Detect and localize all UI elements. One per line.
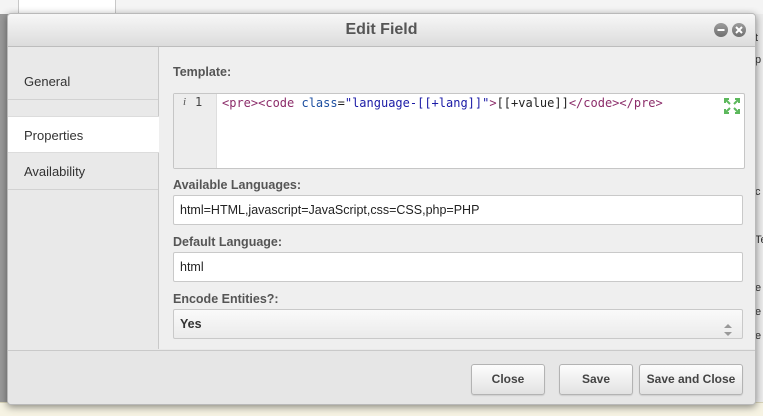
default-language-input[interactable]: html	[173, 252, 743, 282]
line-number: 1	[195, 95, 203, 109]
code-token-equals: =	[337, 96, 345, 110]
info-marker: i	[183, 96, 187, 108]
properties-panel: Template: i 1 <pre><code class="language…	[159, 47, 755, 349]
code-token-tag: <pre>	[222, 96, 259, 110]
tab-properties[interactable]: Properties	[8, 116, 159, 153]
expand-icon[interactable]	[724, 98, 740, 114]
code-token-tag: >	[489, 96, 497, 110]
dialog-footer: Close Save Save and Close	[8, 350, 755, 404]
save-button[interactable]: Save	[559, 364, 633, 395]
code-token-tag: </code>	[568, 96, 620, 110]
close-button[interactable]: Close	[471, 364, 545, 395]
code-token-tag: </pre>	[619, 96, 663, 110]
updown-arrows-icon	[724, 318, 732, 336]
encode-entities-label: Encode Entities?:	[173, 292, 279, 306]
available-languages-input[interactable]: html=HTML,javascript=JavaScript,css=CSS,…	[173, 195, 743, 225]
dialog-title: Edit Field	[345, 21, 418, 38]
template-code-editor[interactable]: i 1 <pre><code class="language-[[+lang]]…	[173, 93, 745, 169]
edit-field-dialog: Edit Field General Properties Availabili…	[7, 13, 756, 405]
template-label: Template:	[173, 65, 232, 79]
encode-entities-value: Yes	[180, 317, 202, 331]
background-fragment	[18, 0, 116, 14]
code-token-string: "language-[[+lang]]"	[344, 96, 490, 110]
code-line[interactable]: <pre><code class="language-[[+lang]]">[[…	[222, 96, 663, 110]
dialog-sidebar: General Properties Availability	[8, 47, 159, 349]
minimize-icon[interactable]	[714, 23, 728, 37]
default-language-label: Default Language:	[173, 235, 283, 249]
code-token-text: [[+value]]	[496, 96, 569, 110]
tab-availability[interactable]: Availability	[8, 153, 158, 190]
close-icon[interactable]	[732, 23, 746, 37]
code-token-tag: <code	[258, 96, 295, 110]
code-token-attr: class	[294, 96, 338, 110]
save-and-close-button[interactable]: Save and Close	[639, 364, 743, 395]
available-languages-label: Available Languages:	[173, 178, 302, 192]
background-text: Te	[755, 234, 763, 246]
encode-entities-select[interactable]: Yes	[173, 309, 743, 339]
editor-gutter: i 1	[174, 94, 217, 168]
tab-general[interactable]: General	[8, 63, 158, 100]
dialog-titlebar[interactable]: Edit Field	[8, 14, 755, 47]
background-app-top	[0, 0, 763, 14]
